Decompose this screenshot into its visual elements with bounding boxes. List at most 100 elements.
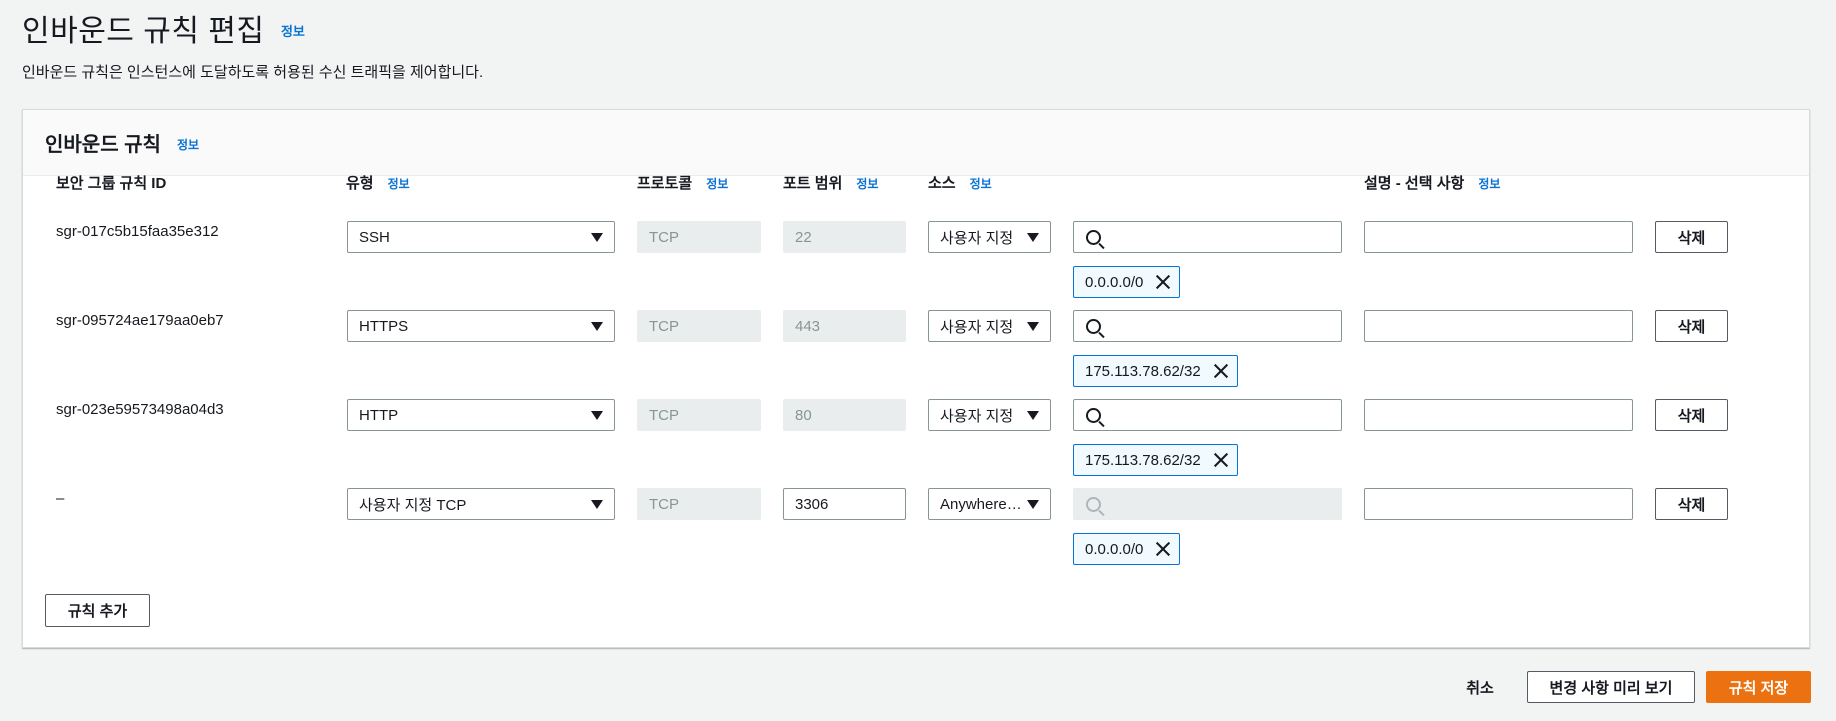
col-header-source: 소스 정보 bbox=[928, 172, 992, 193]
save-rules-button[interactable]: 규칙 저장 bbox=[1706, 671, 1811, 703]
delete-button[interactable]: 삭제 bbox=[1655, 399, 1728, 431]
page-title-row: 인바운드 규칙 편집 정보 bbox=[22, 6, 305, 50]
type-select[interactable]: SSH bbox=[347, 221, 615, 253]
col-header-rule-id-label: 보안 그룹 규칙 ID bbox=[56, 175, 167, 192]
port-range-value: 22 bbox=[795, 228, 812, 246]
source-search-input bbox=[1073, 488, 1342, 520]
preview-changes-button[interactable]: 변경 사항 미리 보기 bbox=[1527, 671, 1695, 703]
type-select-value: HTTPS bbox=[359, 317, 409, 335]
panel-info-link[interactable]: 정보 bbox=[177, 136, 199, 153]
source-search-input[interactable] bbox=[1073, 221, 1342, 253]
caret-down-icon bbox=[591, 411, 603, 420]
cidr-token-label: 0.0.0.0/0 bbox=[1085, 540, 1144, 558]
port-range-value: 3306 bbox=[795, 495, 829, 513]
caret-down-icon bbox=[1027, 233, 1039, 242]
source-search-input[interactable] bbox=[1073, 310, 1342, 342]
protocol-field: TCP bbox=[637, 488, 761, 520]
type-select-value: SSH bbox=[359, 228, 390, 246]
caret-down-icon bbox=[1027, 322, 1039, 331]
cidr-token-label: 175.113.78.62/32 bbox=[1085, 362, 1201, 380]
source-type-value: 사용자 지정 bbox=[940, 407, 1014, 425]
description-input[interactable] bbox=[1364, 399, 1633, 431]
caret-down-icon bbox=[591, 500, 603, 509]
cancel-button[interactable]: 취소 bbox=[1450, 671, 1510, 703]
cidr-token: 175.113.78.62/32 bbox=[1073, 355, 1238, 387]
source-type-select[interactable]: Anywhere… bbox=[928, 488, 1051, 520]
page-description: 인바운드 규칙은 인스턴스에 도달하도록 허용된 수신 트래픽을 제어합니다. bbox=[22, 64, 484, 81]
source-type-select[interactable]: 사용자 지정 bbox=[928, 399, 1051, 431]
source-type-value: 사용자 지정 bbox=[940, 229, 1014, 247]
rule-id: – bbox=[56, 490, 65, 507]
type-select-value: HTTP bbox=[359, 406, 399, 424]
col-header-description: 설명 - 선택 사항 정보 bbox=[1364, 172, 1500, 193]
port-range-info-link[interactable]: 정보 bbox=[856, 177, 878, 191]
type-info-link[interactable]: 정보 bbox=[388, 177, 410, 191]
col-header-protocol-label: 프로토콜 bbox=[637, 175, 693, 192]
port-range-value: 443 bbox=[795, 317, 821, 335]
search-icon bbox=[1086, 497, 1101, 512]
search-icon bbox=[1086, 319, 1101, 334]
source-search-input[interactable] bbox=[1073, 399, 1342, 431]
port-range-field: 80 bbox=[783, 399, 906, 431]
type-select-value: 사용자 지정 TCP bbox=[359, 496, 467, 514]
cidr-token: 0.0.0.0/0 bbox=[1073, 266, 1181, 298]
port-range-field: 443 bbox=[783, 310, 906, 342]
caret-down-icon bbox=[1027, 500, 1039, 509]
cidr-token: 0.0.0.0/0 bbox=[1073, 533, 1181, 565]
protocol-value: TCP bbox=[649, 317, 679, 335]
port-range-input[interactable]: 3306 bbox=[783, 488, 906, 520]
protocol-field: TCP bbox=[637, 310, 761, 342]
close-icon[interactable] bbox=[1155, 541, 1171, 557]
col-header-description-label: 설명 - 선택 사항 bbox=[1364, 175, 1465, 192]
rule-id: sgr-095724ae179aa0eb7 bbox=[56, 312, 224, 329]
cidr-token-label: 175.113.78.62/32 bbox=[1085, 451, 1201, 469]
rule-id: sgr-017c5b15faa35e312 bbox=[56, 223, 219, 240]
search-icon bbox=[1086, 408, 1101, 423]
search-icon bbox=[1086, 230, 1101, 245]
protocol-value: TCP bbox=[649, 406, 679, 424]
col-header-type: 유형 정보 bbox=[346, 172, 410, 193]
source-type-select[interactable]: 사용자 지정 bbox=[928, 221, 1051, 253]
port-range-value: 80 bbox=[795, 406, 812, 424]
page-header: 인바운드 규칙 편집 정보 bbox=[22, 6, 305, 50]
close-icon[interactable] bbox=[1155, 274, 1171, 290]
page-info-link[interactable]: 정보 bbox=[281, 24, 305, 39]
port-range-field: 22 bbox=[783, 221, 906, 253]
col-header-protocol: 프로토콜 정보 bbox=[637, 172, 728, 193]
source-type-select[interactable]: 사용자 지정 bbox=[928, 310, 1051, 342]
source-type-value: Anywhere… bbox=[940, 495, 1022, 513]
protocol-value: TCP bbox=[649, 228, 679, 246]
cidr-token: 175.113.78.62/32 bbox=[1073, 444, 1238, 476]
col-header-type-label: 유형 bbox=[346, 175, 374, 192]
type-select[interactable]: HTTP bbox=[347, 399, 615, 431]
panel-title: 인바운드 규칙 bbox=[45, 134, 161, 156]
col-header-port-range: 포트 범위 정보 bbox=[783, 172, 878, 193]
add-rule-button[interactable]: 규칙 추가 bbox=[45, 594, 150, 627]
type-select[interactable]: HTTPS bbox=[347, 310, 615, 342]
panel-header: 인바운드 규칙 정보 bbox=[23, 110, 1809, 176]
close-icon[interactable] bbox=[1213, 452, 1229, 468]
inbound-rules-panel: 인바운드 규칙 정보 bbox=[22, 109, 1810, 648]
source-type-value: 사용자 지정 bbox=[940, 318, 1014, 336]
page-title: 인바운드 규칙 편집 bbox=[22, 15, 265, 48]
protocol-info-link[interactable]: 정보 bbox=[706, 177, 728, 191]
col-header-port-range-label: 포트 범위 bbox=[783, 175, 843, 192]
delete-button[interactable]: 삭제 bbox=[1655, 221, 1728, 253]
protocol-value: TCP bbox=[649, 495, 679, 513]
description-input[interactable] bbox=[1364, 310, 1633, 342]
cidr-token-label: 0.0.0.0/0 bbox=[1085, 273, 1144, 291]
delete-button[interactable]: 삭제 bbox=[1655, 310, 1728, 342]
caret-down-icon bbox=[1027, 411, 1039, 420]
type-select[interactable]: 사용자 지정 TCP bbox=[347, 488, 615, 520]
delete-button[interactable]: 삭제 bbox=[1655, 488, 1728, 520]
col-header-source-label: 소스 bbox=[928, 175, 956, 192]
description-input[interactable] bbox=[1364, 488, 1633, 520]
description-input[interactable] bbox=[1364, 221, 1633, 253]
caret-down-icon bbox=[591, 322, 603, 331]
source-info-link[interactable]: 정보 bbox=[970, 177, 992, 191]
close-icon[interactable] bbox=[1213, 363, 1229, 379]
description-info-link[interactable]: 정보 bbox=[1478, 177, 1500, 191]
protocol-field: TCP bbox=[637, 399, 761, 431]
caret-down-icon bbox=[591, 233, 603, 242]
col-header-rule-id: 보안 그룹 규칙 ID bbox=[56, 172, 166, 193]
